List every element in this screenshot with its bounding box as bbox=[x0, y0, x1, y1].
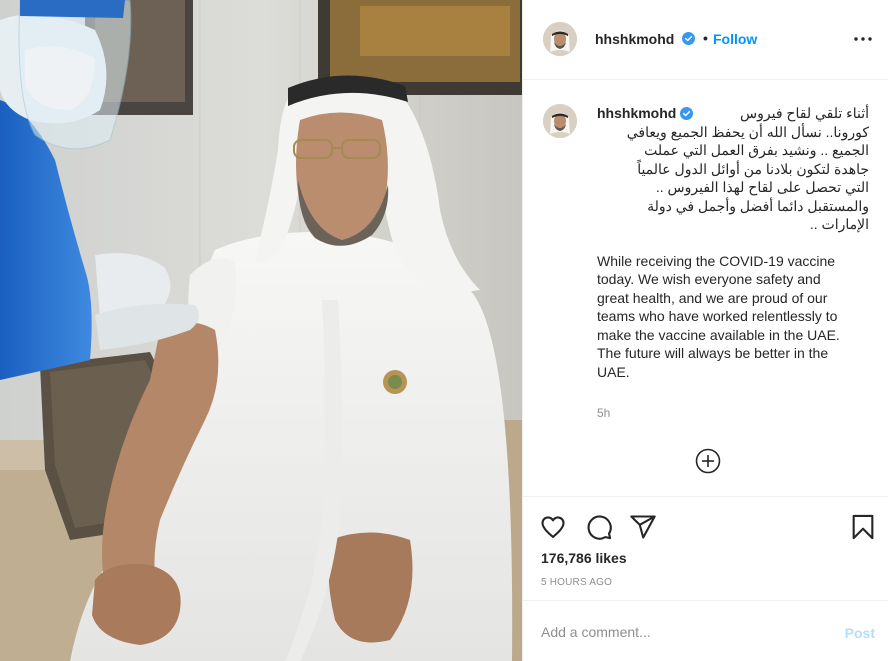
bookmark-icon[interactable] bbox=[849, 513, 877, 541]
verified-badge-icon bbox=[680, 107, 694, 120]
caption-english-line: make the vaccine available in the UAE. bbox=[597, 326, 840, 343]
comment-icon[interactable] bbox=[585, 513, 613, 541]
caption-avatar[interactable] bbox=[543, 104, 577, 138]
send-icon[interactable] bbox=[629, 513, 657, 541]
caption-arabic-line: كورونا.. نسأل الله أن يحفظ الجميع ويعافي bbox=[626, 123, 869, 140]
caption-arabic-line: جاهدة لتكون بلادنا من أوائل الدول عالميا… bbox=[637, 160, 869, 177]
follow-button[interactable]: Follow bbox=[713, 31, 757, 47]
post-comment-button[interactable]: Post bbox=[845, 625, 875, 641]
comment-input[interactable] bbox=[541, 621, 821, 643]
caption-english: While receiving the COVID-19 vaccine tod… bbox=[597, 252, 869, 382]
comment-bar: Post bbox=[523, 600, 888, 661]
instagram-post-modal: hhshkmohd • Follow hhshkmohd أثناء تلقي … bbox=[0, 0, 888, 661]
caption-english-line: today. We wish everyone safety and bbox=[597, 271, 821, 287]
caption-first-line: hhshkmohd أثناء تلقي لقاح فيروس bbox=[597, 104, 869, 123]
avatar-image bbox=[543, 104, 577, 138]
post-timestamp[interactable]: 5 HOURS AGO bbox=[541, 577, 612, 588]
caption-english-line: While receiving the COVID-19 vaccine bbox=[597, 252, 836, 269]
caption-arabic-line: والمستقبل دائما أفضل وأجمل في دولة bbox=[647, 197, 869, 214]
heart-icon[interactable] bbox=[539, 513, 567, 541]
caption-english-line: teams who have worked relentlessly to bbox=[597, 308, 838, 324]
caption-arabic-line: الإمارات .. bbox=[809, 216, 869, 232]
header-separator: • bbox=[703, 30, 708, 46]
caption-text: hhshkmohd أثناء تلقي لقاح فيروس كورونا..… bbox=[597, 104, 869, 381]
vaccination-photo bbox=[0, 0, 522, 661]
caption-english-line: UAE. bbox=[597, 363, 630, 380]
caption-english-line: The future will always be better in the bbox=[597, 345, 829, 361]
more-horizontal-icon[interactable] bbox=[851, 28, 875, 50]
post-header: hhshkmohd • Follow bbox=[523, 0, 888, 80]
post-photo[interactable] bbox=[0, 0, 522, 661]
caption-username[interactable]: hhshkmohd bbox=[597, 105, 676, 121]
caption-user-wrap: hhshkmohd bbox=[597, 104, 694, 123]
caption-english-line: great health, and we are proud of our bbox=[597, 289, 828, 306]
post-side-panel: hhshkmohd • Follow hhshkmohd أثناء تلقي … bbox=[522, 0, 888, 661]
caption-arabic-line: الجميع .. ونشيد بفرق العمل التي عملت bbox=[644, 142, 869, 158]
caption-arabic-line: التي تحصل على لقاح لهذا الفيروس .. bbox=[655, 179, 869, 195]
plus-circle-icon[interactable] bbox=[695, 448, 721, 474]
header-username[interactable]: hhshkmohd bbox=[595, 31, 674, 47]
caption-timestamp[interactable]: 5h bbox=[597, 406, 610, 420]
like-count[interactable]: 176,786 likes bbox=[541, 550, 627, 566]
avatar[interactable] bbox=[543, 22, 577, 56]
avatar-image bbox=[543, 22, 577, 56]
post-caption: hhshkmohd أثناء تلقي لقاح فيروس كورونا..… bbox=[523, 80, 888, 495]
verified-badge-icon bbox=[682, 32, 695, 45]
caption-arabic-line-0: أثناء تلقي لقاح فيروس bbox=[740, 105, 869, 121]
post-actions: 176,786 likes 5 HOURS AGO bbox=[523, 496, 888, 598]
